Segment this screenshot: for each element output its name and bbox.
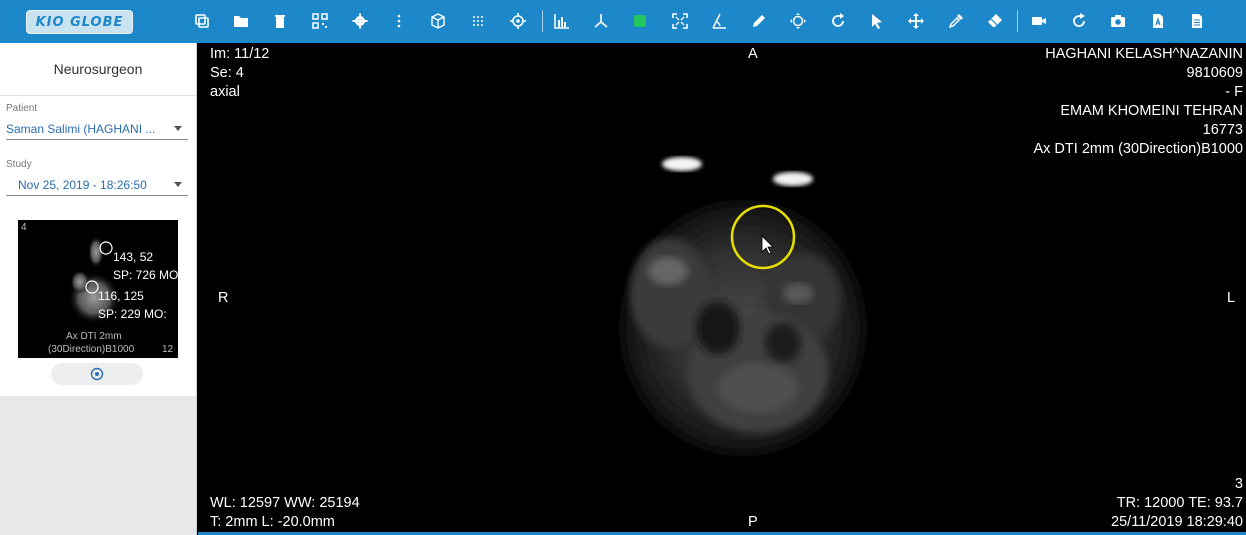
orientation-left: R (218, 290, 229, 306)
thumbnail-sp1: SP: 726 MO: (113, 268, 178, 282)
app-logo[interactable]: KIO GLOBE (26, 10, 133, 34)
toolbar-separator (1017, 10, 1018, 32)
sidebar-title: Neurosurgeon (53, 61, 143, 77)
chevron-down-icon (174, 126, 182, 131)
image-number: Im: 11/12 (210, 46, 270, 62)
toolbar-separator (542, 10, 543, 32)
image-viewport[interactable]: Im: 11/12 Se: 4 axial HAGHANI KELASH^NAZ… (198, 43, 1246, 535)
acquisition-datetime: 25/11/2019 18:29:40 (1111, 514, 1243, 530)
study-label: Study (6, 159, 32, 170)
copy-icon[interactable] (190, 9, 214, 33)
tr-te: TR: 12000 TE: 93.7 (1116, 495, 1243, 511)
document-icon[interactable] (1185, 9, 1209, 33)
grid-dots-icon[interactable] (466, 9, 490, 33)
overlay-bottom-right: 3 TR: 12000 TE: 93.7 25/11/2019 18:29:40 (1111, 475, 1243, 532)
eyedropper-icon[interactable] (944, 9, 968, 33)
patient-label: Patient (6, 103, 38, 114)
thumbnail-index: 4 (21, 222, 27, 233)
color-layer-icon[interactable] (628, 9, 652, 33)
patient-id: 9810609 (1186, 65, 1243, 81)
sidebar-panel: Neurosurgeon Patient Saman Salimi (HAGHA… (0, 43, 196, 396)
orientation-bottom: P (748, 514, 758, 530)
main-toolbar: KIO GLOBE (0, 0, 1246, 43)
patient-select-value: Saman Salimi (HAGHANI ... (6, 121, 156, 136)
patient-name: HAGHANI KELASH^NAZANIN (1045, 46, 1243, 62)
qr-grid-icon[interactable] (308, 9, 332, 33)
overlay-number: 3 (1234, 476, 1243, 492)
video-icon[interactable] (1027, 9, 1051, 33)
image-plane: axial (210, 84, 240, 100)
pan-crosshair-icon[interactable] (786, 9, 810, 33)
trash-icon[interactable] (268, 9, 292, 33)
folder-icon[interactable] (229, 9, 253, 33)
series-thumbnail[interactable]: 4 143, 52 SP: 726 MO: 116, 125 SP: 229 M… (18, 220, 178, 358)
eraser-icon[interactable] (983, 9, 1007, 33)
gear-icon[interactable] (348, 9, 372, 33)
window-level: WL: 12597 WW: 25194 (210, 495, 360, 511)
pdf-icon[interactable] (1146, 9, 1170, 33)
camera-icon[interactable] (1106, 9, 1130, 33)
refresh-icon[interactable] (1067, 9, 1091, 33)
pointer-icon[interactable] (865, 9, 889, 33)
thumbnail-series-line2: (30Direction)B1000 (48, 344, 135, 355)
move-icon[interactable] (904, 9, 928, 33)
thumbnail-sp2: SP: 229 MO: (98, 307, 167, 321)
more-vertical-icon[interactable] (387, 9, 411, 33)
chevron-down-icon (174, 182, 182, 187)
overlay-top-right: HAGHANI KELASH^NAZANIN 9810609 - F EMAM … (1033, 45, 1243, 159)
sidebar: Neurosurgeon Patient Saman Salimi (HAGHA… (0, 43, 197, 535)
orientation-right: L (1227, 290, 1236, 306)
slice-thickness: T: 2mm L: -20.0mm (210, 514, 335, 530)
thumbnail-point1: 143, 52 (113, 250, 154, 264)
thumbnail-point2: 116, 125 (98, 289, 144, 303)
institution-code: 16773 (1202, 122, 1243, 138)
fullscreen-icon[interactable] (668, 9, 692, 33)
thumbnail-series-line1: Ax DTI 2mm (66, 331, 122, 342)
protocol-name: Ax DTI 2mm (30Direction)B1000 (1033, 141, 1243, 157)
thumbnail-count: 12 (162, 344, 174, 355)
angle-icon[interactable] (707, 9, 731, 33)
study-select-value: Nov 25, 2019 - 18:26:50 (18, 177, 147, 192)
cube-icon[interactable] (426, 9, 450, 33)
thumbnail-action-button[interactable] (51, 363, 143, 385)
histogram-icon[interactable] (550, 9, 574, 33)
patient-sex: - F (1225, 84, 1243, 100)
overlay-top-left: Im: 11/12 Se: 4 axial (210, 45, 269, 102)
rotate-icon[interactable] (826, 9, 850, 33)
overlay-bottom-left: WL: 12597 WW: 25194 T: 2mm L: -20.0mm (210, 494, 360, 532)
orientation-top: A (748, 46, 758, 62)
study-select[interactable]: Nov 25, 2019 - 18:26:50 (6, 174, 188, 196)
institution-name: EMAM KHOMEINI TEHRAN (1060, 103, 1243, 119)
patient-select[interactable]: Saman Salimi (HAGHANI ... (6, 118, 188, 140)
pencil-icon[interactable] (747, 9, 771, 33)
target-icon[interactable] (506, 9, 530, 33)
series-number: Se: 4 (210, 65, 244, 81)
sidebar-divider (0, 95, 196, 96)
axes-icon[interactable] (589, 9, 613, 33)
target-icon (90, 367, 104, 381)
